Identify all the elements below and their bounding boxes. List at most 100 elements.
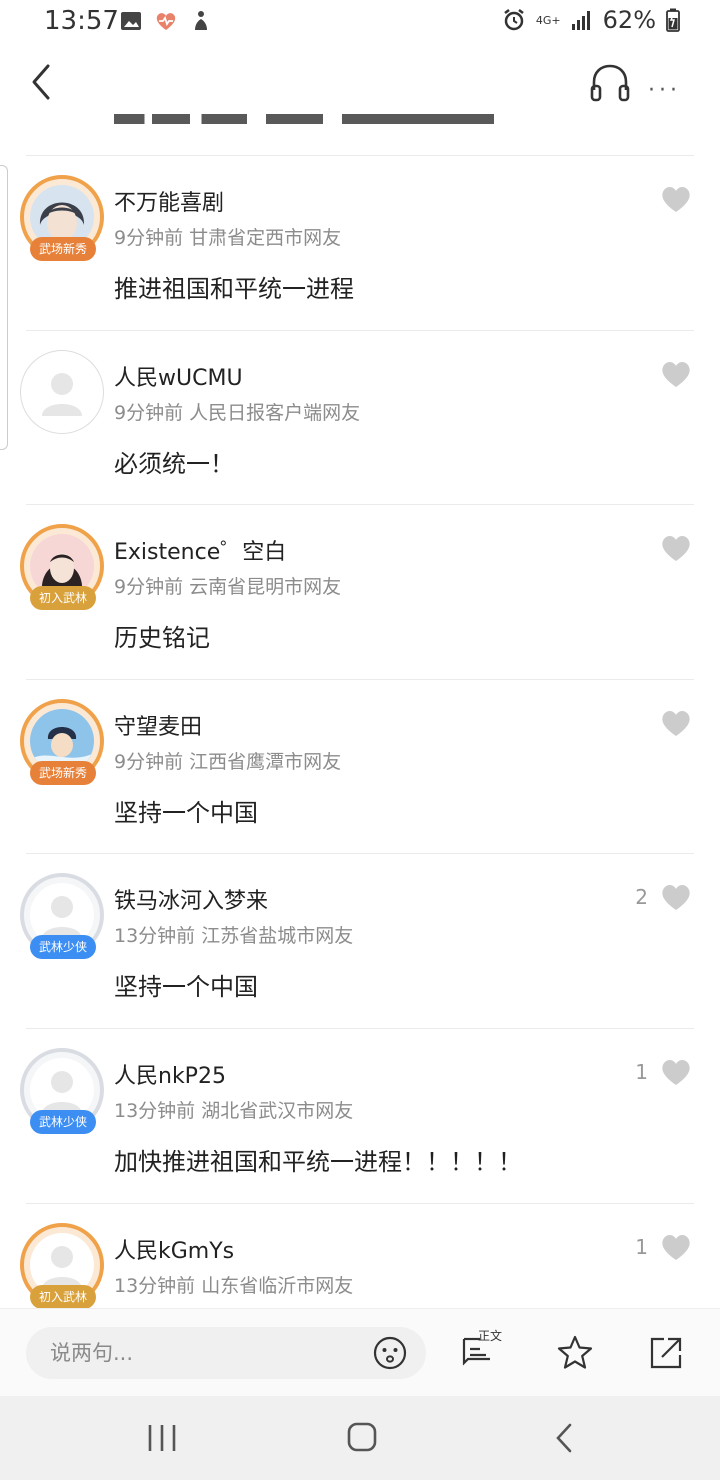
comment-input[interactable] bbox=[50, 1335, 350, 1371]
comment-item: 武林少侠 铁马冰河入梦来 13分钟前 江苏省盐城市网友 坚持一个中国 2 bbox=[0, 853, 720, 1028]
comment-time: 13分钟前 bbox=[114, 1274, 196, 1297]
like-button[interactable] bbox=[648, 534, 692, 562]
status-bar: 13:57 4G+ 62% bbox=[0, 0, 720, 44]
avatar[interactable]: 初入武林 bbox=[20, 524, 104, 611]
comment-location: 江苏省盐城市网友 bbox=[201, 925, 354, 948]
comment-location: 湖北省武汉市网友 bbox=[201, 1099, 354, 1122]
comment-text: 必须统一！ bbox=[114, 449, 234, 478]
heart-icon bbox=[662, 187, 690, 212]
comment-meta: 9分钟前 江西省鹰潭市网友 bbox=[114, 747, 341, 774]
comment-text: 坚持一个中国 bbox=[114, 798, 258, 827]
heart-icon bbox=[662, 1234, 690, 1260]
comment-meta: 9分钟前 云南省昆明市网友 bbox=[114, 572, 341, 599]
comment-time: 13分钟前 bbox=[114, 1099, 196, 1122]
comment-meta: 13分钟前 湖北省武汉市网友 bbox=[114, 1096, 353, 1123]
divider bbox=[26, 504, 694, 506]
home-icon[interactable] bbox=[342, 1420, 382, 1456]
comment-item: 人民wUCMU 9分钟前 人民日报客户端网友 必须统一！ bbox=[0, 329, 720, 505]
comment-author[interactable]: 守望麦田 bbox=[114, 709, 202, 741]
comment-item: 初入武林 Existence゜空白 9分钟前 云南省昆明市网友 历史铭记 bbox=[0, 504, 720, 679]
comment-item: 武林少侠 人民nkP25 13分钟前 湖北省武汉市网友 加快推进祖国和平统一进程… bbox=[0, 1027, 720, 1203]
back-arrow-icon[interactable] bbox=[22, 60, 62, 104]
heart-icon bbox=[662, 536, 690, 562]
comment-item: 武场新秀 守望麦田 9分钟前 江西省鹰潭市网友 坚持一个中国 bbox=[0, 678, 720, 854]
battery-charging-icon bbox=[666, 8, 680, 32]
comment-meta: 9分钟前 人民日报客户端网友 bbox=[114, 398, 360, 425]
avatar[interactable]: 初入武林 bbox=[20, 1222, 104, 1309]
divider bbox=[26, 1202, 694, 1204]
comment-time: 13分钟前 bbox=[114, 925, 196, 948]
bottom-action-bar: 正文 bbox=[0, 1308, 720, 1396]
like-button[interactable] bbox=[648, 709, 692, 737]
comment-time: 9分钟前 bbox=[114, 576, 184, 599]
status-notification-icons bbox=[120, 10, 212, 32]
previous-comment-fragment bbox=[114, 104, 494, 126]
rank-badge: 武林少侠 bbox=[30, 935, 96, 960]
recent-apps-icon[interactable] bbox=[142, 1420, 182, 1456]
headphones-icon[interactable] bbox=[588, 60, 632, 104]
comment-time: 9分钟前 bbox=[114, 401, 184, 424]
comment-location: 云南省昆明市网友 bbox=[189, 576, 342, 599]
like-button[interactable]: 1 bbox=[635, 1233, 692, 1261]
comment-author[interactable]: 铁马冰河入梦来 bbox=[114, 883, 268, 915]
like-button[interactable]: 2 bbox=[635, 883, 692, 911]
divider bbox=[26, 329, 694, 331]
avatar[interactable]: 武林少侠 bbox=[20, 1047, 104, 1134]
comment-location: 江西省鹰潭市网友 bbox=[189, 750, 342, 773]
accessibility-icon bbox=[195, 11, 207, 30]
heart-icon bbox=[662, 1060, 690, 1085]
comment-author[interactable]: 人民kGmYs bbox=[114, 1233, 234, 1265]
like-count: 1 bbox=[635, 1234, 648, 1259]
comment-author[interactable]: Existence゜空白 bbox=[114, 534, 286, 566]
status-right-icons: 4G+ 62% bbox=[502, 6, 680, 34]
comment-text: 加快推进祖国和平统一进程！！！！！ bbox=[114, 1147, 522, 1176]
like-button[interactable]: 1 bbox=[635, 1058, 692, 1086]
signal-icon bbox=[571, 11, 590, 30]
comment-item: 武场新秀 不万能喜剧 9分钟前 甘肃省定西市网友 推进祖国和平统一进程 bbox=[0, 155, 720, 330]
rank-badge: 武林少侠 bbox=[30, 1109, 96, 1134]
alarm-icon bbox=[504, 9, 524, 31]
comment-location: 人民日报客户端网友 bbox=[189, 401, 361, 424]
battery-percent: 62% bbox=[602, 6, 656, 34]
avatar[interactable]: 武场新秀 bbox=[20, 698, 104, 785]
heart-icon bbox=[662, 361, 690, 387]
rank-badge: 初入武林 bbox=[30, 586, 96, 611]
comment-author[interactable]: 不万能喜剧 bbox=[114, 185, 224, 217]
comment-meta: 9分钟前 甘肃省定西市网友 bbox=[114, 223, 341, 250]
health-heart-icon bbox=[156, 13, 176, 30]
comment-text: 坚持一个中国 bbox=[114, 973, 258, 1002]
comment-text: 推进祖国和平统一进程 bbox=[114, 275, 354, 303]
avatar[interactable] bbox=[20, 349, 104, 434]
comment-author[interactable]: 人民nkP25 bbox=[114, 1058, 226, 1090]
system-back-icon[interactable] bbox=[546, 1420, 586, 1456]
more-options-button[interactable]: ··· bbox=[648, 78, 681, 103]
avatar[interactable]: 武林少侠 bbox=[20, 873, 104, 960]
comment-author[interactable]: 人民wUCMU bbox=[114, 360, 243, 392]
comment-text: 历史铭记 bbox=[114, 624, 210, 653]
rank-badge: 初入武林 bbox=[30, 1284, 96, 1309]
article-label: 正文 bbox=[478, 1329, 503, 1343]
like-count: 1 bbox=[635, 1059, 648, 1084]
share-icon[interactable] bbox=[646, 1333, 686, 1373]
system-navigation-bar bbox=[0, 1396, 720, 1480]
status-time: 13:57 bbox=[44, 6, 119, 36]
network-type: 4G+ bbox=[535, 13, 561, 27]
rank-badge: 武场新秀 bbox=[30, 760, 96, 785]
comment-meta: 13分钟前 江苏省盐城市网友 bbox=[114, 921, 353, 948]
star-icon[interactable] bbox=[555, 1333, 595, 1373]
comment-input-pill[interactable] bbox=[26, 1327, 426, 1379]
gallery-icon bbox=[121, 12, 141, 30]
divider bbox=[26, 155, 694, 156]
comment-location: 甘肃省定西市网友 bbox=[189, 227, 342, 249]
divider bbox=[26, 1027, 694, 1029]
rank-badge: 武场新秀 bbox=[30, 237, 96, 261]
like-button[interactable] bbox=[648, 360, 692, 388]
divider bbox=[26, 853, 694, 855]
comment-meta: 13分钟前 山东省临沂市网友 bbox=[114, 1271, 353, 1298]
like-button[interactable] bbox=[648, 185, 692, 213]
heart-icon bbox=[662, 885, 690, 911]
avatar[interactable]: 武场新秀 bbox=[20, 175, 104, 261]
emoji-icon[interactable] bbox=[372, 1335, 408, 1371]
comment-time: 9分钟前 bbox=[114, 227, 184, 249]
divider bbox=[26, 678, 694, 680]
